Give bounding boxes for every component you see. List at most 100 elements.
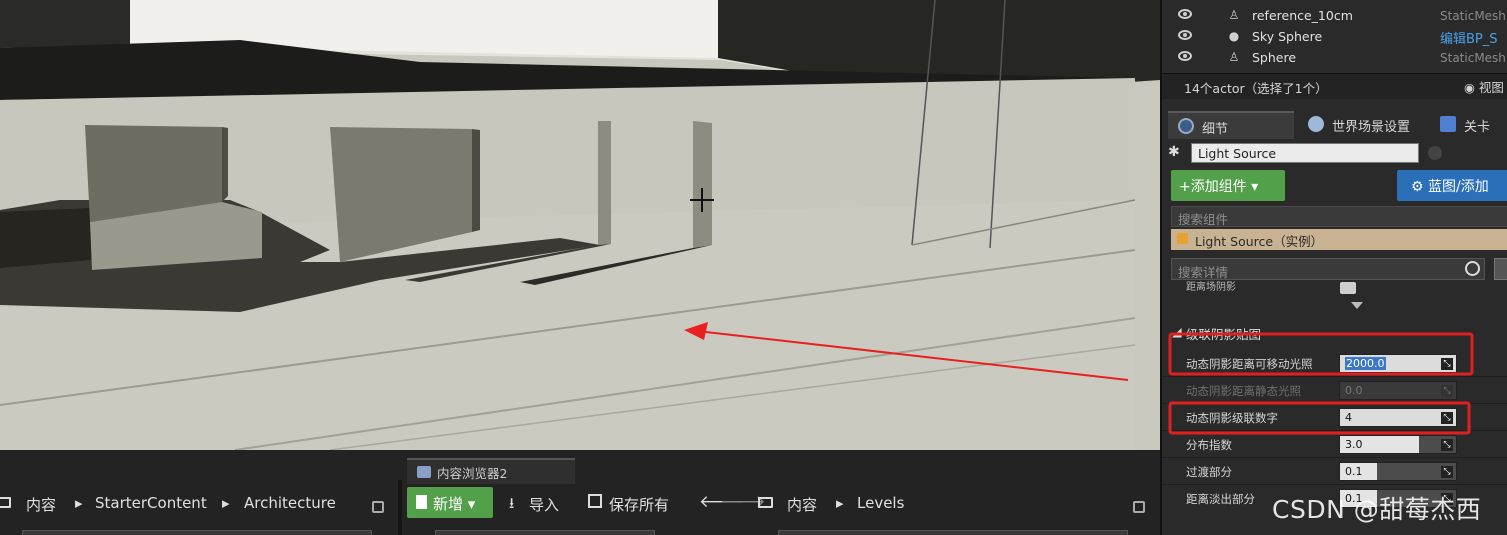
chevron-down-icon: ▾: [467, 495, 476, 513]
view-options-button[interactable]: ◉ 视图: [1464, 77, 1504, 96]
property-matrix-button[interactable]: [1494, 258, 1507, 280]
lock-icon[interactable]: [1133, 501, 1145, 513]
add-component-button[interactable]: +添加组件 ▾: [1171, 170, 1285, 201]
import-label: 导入: [529, 496, 560, 514]
level-viewport[interactable]: [0, 0, 1160, 450]
sphere-icon: ●: [1228, 29, 1240, 43]
mannequin-icon: ♙: [1228, 50, 1240, 64]
tab-label: 世界场景设置: [1332, 120, 1411, 135]
breadcrumb-right: 内容 ▸ Levels: [750, 488, 1150, 518]
breadcrumb-item[interactable]: StarterContent: [95, 494, 207, 512]
chevron-right-icon: ▸: [75, 494, 83, 512]
viewport-scene: [0, 0, 1160, 450]
property-value: 2000.0: [1345, 357, 1386, 370]
collapse-arrow-icon: ◢: [1172, 324, 1182, 339]
content-browser-area: 内容浏览器2 内容 ▸ StarterContent ▸ Architectur…: [0, 450, 1160, 535]
instance-label: Light Source（实例）: [1195, 234, 1324, 249]
actor-label: reference_10cm: [1252, 8, 1353, 23]
dynamic-shadow-distance-movable-field[interactable]: 2000.0 ⤡: [1339, 354, 1457, 373]
viewport-crosshair: [690, 188, 714, 212]
distance-field-shadow-row: 距离场阴影: [1162, 278, 1507, 294]
transition-fraction-slider[interactable]: 0.1 ⤡: [1339, 462, 1457, 481]
gears-icon: ⚙: [1411, 179, 1429, 195]
prop-transition-fraction: 过渡部分 0.1 ⤡: [1162, 458, 1507, 484]
tab-content-browser-2[interactable]: 内容浏览器2: [407, 458, 575, 484]
new-file-icon: [416, 495, 427, 509]
tab-levels[interactable]: 关卡: [1430, 111, 1507, 139]
save-all-label: 保存所有: [609, 496, 670, 514]
import-button[interactable]: ⭳ 导入: [503, 488, 559, 518]
show-advanced-arrow-icon[interactable]: [1351, 302, 1363, 309]
save-all-button[interactable]: 保存所有: [583, 488, 669, 518]
tab-label: 内容浏览器2: [437, 466, 508, 481]
actor-type: StaticMesh: [1440, 9, 1506, 23]
property-value: 3.0: [1345, 438, 1363, 451]
visibility-eye-icon[interactable]: [1178, 30, 1192, 40]
add-new-button[interactable]: 新增 ▾: [407, 487, 493, 518]
tab-details[interactable]: 细节: [1168, 111, 1294, 139]
section-cascaded-shadow-maps[interactable]: ◢ 级联阴影贴图: [1162, 322, 1507, 344]
component-instance-row[interactable]: Light Source（实例）: [1171, 229, 1507, 250]
prop-dynamic-shadow-distance-movable: 动态阴影距离可移动光照 2000.0 ⤡: [1162, 350, 1507, 376]
property-label: 动态阴影距离静态光照: [1186, 384, 1301, 398]
outliner-row[interactable]: ♙ reference_10cm StaticMesh: [1162, 5, 1507, 26]
reset-arrow-icon[interactable]: ⤡: [1441, 385, 1453, 397]
search-assets-input[interactable]: [778, 530, 1128, 535]
details-tabs: 细节 世界场景设置 关卡: [1162, 111, 1507, 139]
tab-label: 细节: [1202, 122, 1229, 137]
search-details-input[interactable]: 搜索详情: [1171, 258, 1485, 280]
visibility-eye-icon[interactable]: [1178, 9, 1192, 19]
prop-dynamic-shadow-cascades: 动态阴影级联数字 4 ⤡: [1162, 404, 1507, 430]
filter-input[interactable]: [22, 530, 372, 535]
actor-name-field[interactable]: Light Source: [1191, 143, 1419, 163]
view-options-label: 视图: [1478, 80, 1504, 95]
actor-type: StaticMesh: [1440, 51, 1506, 65]
visibility-eye-icon[interactable]: [1178, 51, 1192, 61]
blueprint-add-script-button[interactable]: ⚙ 蓝图/添加: [1397, 170, 1507, 201]
dynamic-shadow-cascades-field[interactable]: 4 ⤡: [1339, 408, 1457, 427]
distance-field-shadow-checkbox[interactable]: [1340, 282, 1356, 294]
watermark: CSDN @甜莓杰西: [1272, 495, 1482, 524]
breadcrumb-item[interactable]: 内容: [787, 494, 817, 515]
actor-label: Sphere: [1252, 50, 1297, 65]
lock-icon[interactable]: [1428, 146, 1442, 160]
search-icon: [1465, 261, 1480, 276]
outliner-row[interactable]: ♙ Sphere StaticMesh: [1162, 47, 1507, 68]
property-value: 0.1: [1345, 465, 1363, 478]
dynamic-shadow-distance-static-field[interactable]: 0.0 ⤡: [1339, 381, 1457, 400]
reset-arrow-icon[interactable]: ⤡: [1441, 412, 1453, 424]
outliner-row[interactable]: ● Sky Sphere 编辑BP_S: [1162, 26, 1507, 47]
filter-input[interactable]: [435, 530, 655, 535]
light-bulb-icon: ✱: [1168, 144, 1180, 160]
reset-arrow-icon[interactable]: ⤡: [1441, 439, 1453, 451]
reset-arrow-icon[interactable]: ⤡: [1441, 358, 1453, 370]
tab-world-settings[interactable]: 世界场景设置: [1298, 111, 1428, 139]
mannequin-icon: ♙: [1228, 8, 1240, 22]
lock-icon[interactable]: [372, 501, 384, 513]
reset-arrow-icon[interactable]: ⤡: [1441, 466, 1453, 478]
add-component-label: +添加组件: [1179, 179, 1247, 195]
property-label: 动态阴影级联数字: [1186, 411, 1278, 425]
tab-label: 关卡: [1464, 120, 1491, 135]
details-panel: ♙ reference_10cm StaticMesh ● Sky Sphere…: [1160, 0, 1507, 535]
breadcrumb-item[interactable]: Levels: [857, 494, 904, 512]
prop-distribution-exponent: 分布指数 3.0 ⤡: [1162, 431, 1507, 457]
save-icon: [588, 494, 602, 508]
breadcrumb-item[interactable]: 内容: [26, 494, 56, 515]
property-value: 0.0: [1345, 384, 1363, 397]
chevron-down-icon: ▾: [1251, 179, 1259, 195]
distribution-exponent-slider[interactable]: 3.0 ⤡: [1339, 435, 1457, 454]
search-components-input[interactable]: 搜索组件: [1171, 206, 1507, 227]
folder-icon: [0, 497, 11, 508]
new-button-label: 新增: [433, 495, 464, 513]
edit-blueprint-link[interactable]: 编辑BP_S: [1440, 28, 1498, 47]
breadcrumb-item[interactable]: Architecture: [244, 494, 336, 512]
outliner-summary: 14个actor（选择了1个） ◉ 视图: [1162, 73, 1507, 99]
property-label: 分布指数: [1186, 438, 1232, 452]
light-component-icon: [1177, 233, 1188, 244]
chevron-right-icon: ▸: [836, 494, 844, 512]
chevron-right-icon: ▸: [222, 494, 230, 512]
property-label: 动态阴影距离可移动光照: [1186, 357, 1313, 371]
actor-name-row: ✱ Light Source: [1162, 141, 1507, 165]
property-label: 过渡部分: [1186, 465, 1232, 479]
